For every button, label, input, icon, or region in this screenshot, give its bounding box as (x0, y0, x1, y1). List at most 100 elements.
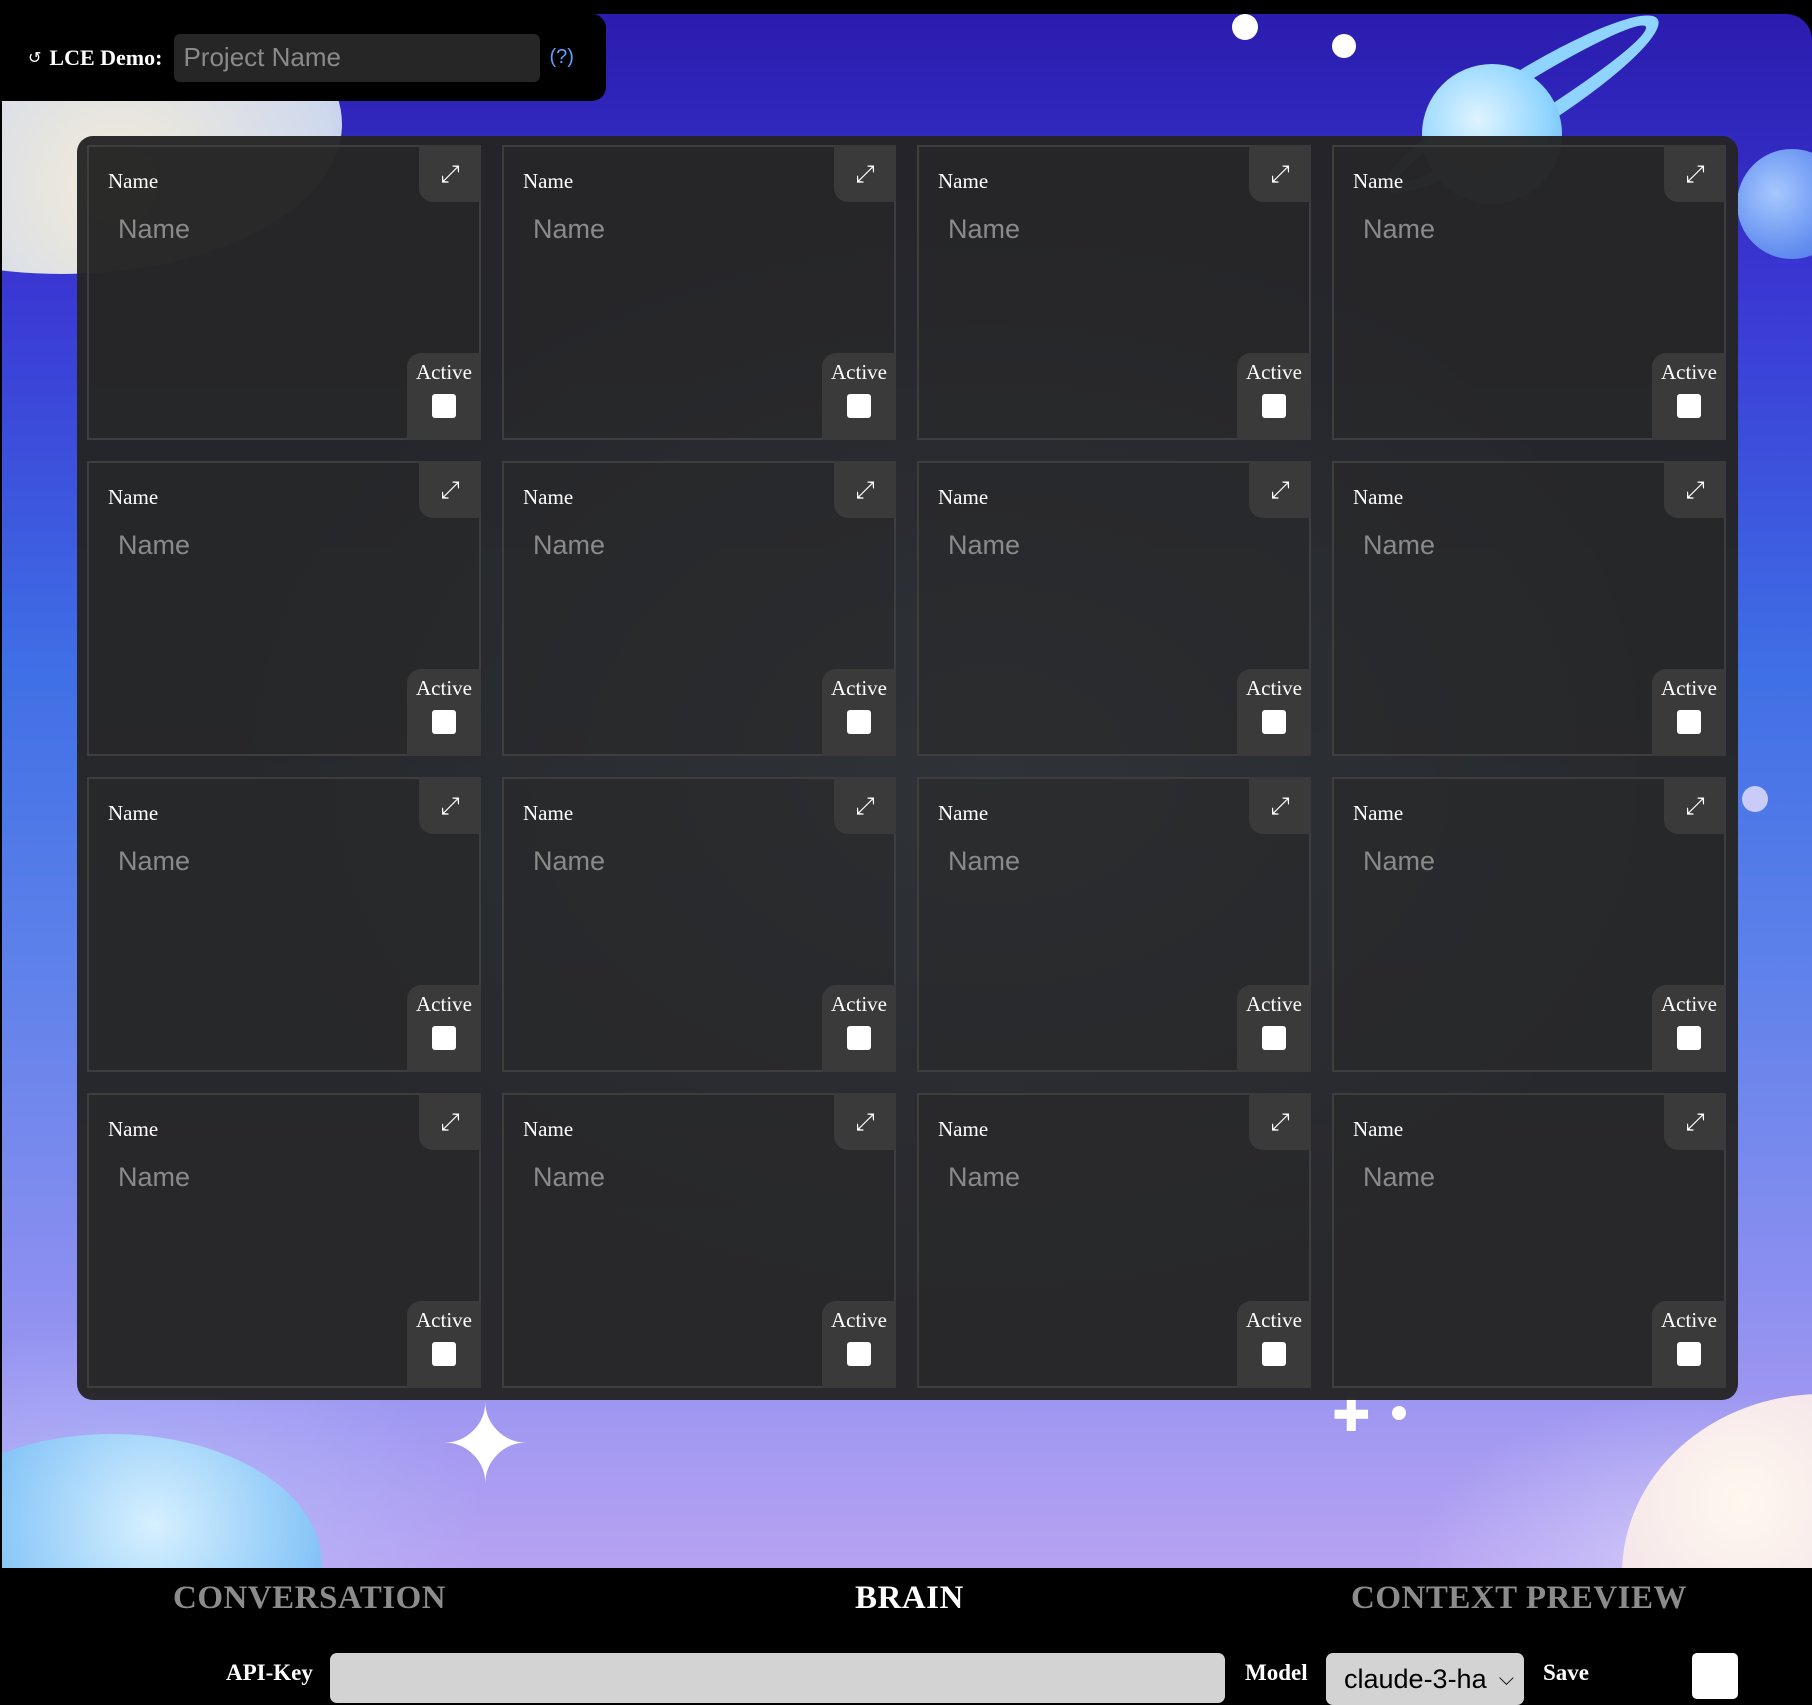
active-label: Active (831, 676, 887, 700)
expand-icon: ⤢ (1270, 475, 1290, 504)
active-checkbox[interactable] (1262, 1026, 1286, 1050)
expand-button[interactable]: ⤢ (419, 777, 481, 834)
settings-bar: API-Key Model claude-3-ha ⌵ Save (0, 1640, 1812, 1705)
card-name-input[interactable] (514, 209, 814, 249)
card-name-label: Name (938, 485, 989, 509)
card-name-input[interactable] (929, 209, 1229, 249)
tab-brain[interactable]: BRAIN (855, 1580, 964, 1617)
active-label: Active (1661, 992, 1717, 1016)
active-checkbox[interactable] (1262, 710, 1286, 734)
brain-card: Name ⤢ Active (917, 1093, 1311, 1388)
api-key-input[interactable] (330, 1653, 1225, 1703)
card-grid: Name ⤢ Active Name ⤢ Active Name (87, 145, 1728, 1388)
active-label: Active (1661, 1308, 1717, 1332)
expand-button[interactable]: ⤢ (1664, 461, 1726, 518)
active-checkbox[interactable] (847, 1026, 871, 1050)
planet-decoration (1737, 149, 1812, 259)
expand-button[interactable]: ⤢ (419, 1093, 481, 1150)
card-name-input[interactable] (514, 841, 814, 881)
card-name-input[interactable] (514, 525, 814, 565)
expand-button[interactable]: ⤢ (834, 777, 896, 834)
help-link[interactable]: (?) (549, 46, 573, 69)
tab-context-preview[interactable]: CONTEXT PREVIEW (1351, 1580, 1687, 1617)
card-name-label: Name (938, 1117, 989, 1141)
reload-icon[interactable]: ↺ (28, 48, 41, 67)
card-name-input[interactable] (99, 209, 399, 249)
card-name-input[interactable] (929, 525, 1229, 565)
model-select[interactable]: claude-3-ha ⌵ (1326, 1653, 1524, 1705)
active-toggle: Active (1237, 353, 1311, 440)
active-checkbox[interactable] (432, 1342, 456, 1366)
card-name-label: Name (1353, 1117, 1404, 1141)
card-name-input[interactable] (514, 1157, 814, 1197)
star-dot (1332, 34, 1356, 58)
card-name-label: Name (1353, 485, 1404, 509)
active-checkbox[interactable] (432, 394, 456, 418)
active-checkbox[interactable] (1677, 710, 1701, 734)
card-name-input[interactable] (1344, 1157, 1644, 1197)
active-checkbox[interactable] (1262, 1342, 1286, 1366)
header-bar: ↺ LCE Demo: (?) (0, 14, 606, 101)
expand-icon: ⤢ (855, 159, 875, 188)
expand-button[interactable]: ⤢ (1664, 1093, 1726, 1150)
card-name-label: Name (938, 169, 989, 193)
expand-button[interactable]: ⤢ (834, 461, 896, 518)
save-checkbox[interactable] (1692, 1653, 1738, 1699)
active-toggle: Active (1652, 985, 1726, 1072)
active-label: Active (831, 992, 887, 1016)
active-checkbox[interactable] (1677, 1342, 1701, 1366)
card-name-label: Name (1353, 169, 1404, 193)
project-name-input[interactable] (174, 33, 541, 82)
expand-button[interactable]: ⤢ (419, 145, 481, 202)
brain-card: Name ⤢ Active (1332, 777, 1726, 1072)
active-checkbox[interactable] (432, 710, 456, 734)
active-checkbox[interactable] (847, 394, 871, 418)
expand-icon: ⤢ (1270, 1107, 1290, 1136)
expand-button[interactable]: ⤢ (834, 145, 896, 202)
expand-button[interactable]: ⤢ (1249, 1093, 1311, 1150)
active-checkbox[interactable] (432, 1026, 456, 1050)
expand-icon: ⤢ (1685, 1107, 1705, 1136)
card-name-input[interactable] (929, 841, 1229, 881)
active-checkbox[interactable] (1262, 394, 1286, 418)
active-checkbox[interactable] (847, 710, 871, 734)
brain-card: Name ⤢ Active (502, 461, 896, 756)
card-name-input[interactable] (929, 1157, 1229, 1197)
card-name-input[interactable] (99, 1157, 399, 1197)
expand-button[interactable]: ⤢ (1664, 145, 1726, 202)
brain-card: Name ⤢ Active (87, 1093, 481, 1388)
active-label: Active (831, 1308, 887, 1332)
active-checkbox[interactable] (847, 1342, 871, 1366)
card-name-input[interactable] (1344, 525, 1644, 565)
expand-icon: ⤢ (440, 791, 460, 820)
expand-icon: ⤢ (1270, 791, 1290, 820)
expand-button[interactable]: ⤢ (419, 461, 481, 518)
expand-button[interactable]: ⤢ (1249, 777, 1311, 834)
expand-button[interactable]: ⤢ (834, 1093, 896, 1150)
active-checkbox[interactable] (1677, 1026, 1701, 1050)
expand-button[interactable]: ⤢ (1664, 777, 1726, 834)
chevron-down-icon: ⌵ (1494, 1666, 1514, 1690)
active-toggle: Active (1237, 985, 1311, 1072)
active-label: Active (831, 360, 887, 384)
tab-conversation[interactable]: CONVERSATION (173, 1580, 446, 1617)
expand-icon: ⤢ (440, 159, 460, 188)
expand-button[interactable]: ⤢ (1249, 145, 1311, 202)
planet-decoration (2, 1434, 322, 1568)
active-toggle: Active (407, 1301, 481, 1388)
card-name-input[interactable] (1344, 209, 1644, 249)
card-name-label: Name (1353, 801, 1404, 825)
expand-button[interactable]: ⤢ (1249, 461, 1311, 518)
expand-icon: ⤢ (440, 475, 460, 504)
active-checkbox[interactable] (1677, 394, 1701, 418)
card-name-label: Name (108, 801, 159, 825)
active-label: Active (1246, 360, 1302, 384)
card-name-input[interactable] (99, 841, 399, 881)
brain-card: Name ⤢ Active (502, 145, 896, 440)
active-label: Active (1246, 1308, 1302, 1332)
expand-icon: ⤢ (440, 1107, 460, 1136)
active-toggle: Active (822, 669, 896, 756)
card-name-input[interactable] (99, 525, 399, 565)
card-name-input[interactable] (1344, 841, 1644, 881)
active-label: Active (416, 1308, 472, 1332)
